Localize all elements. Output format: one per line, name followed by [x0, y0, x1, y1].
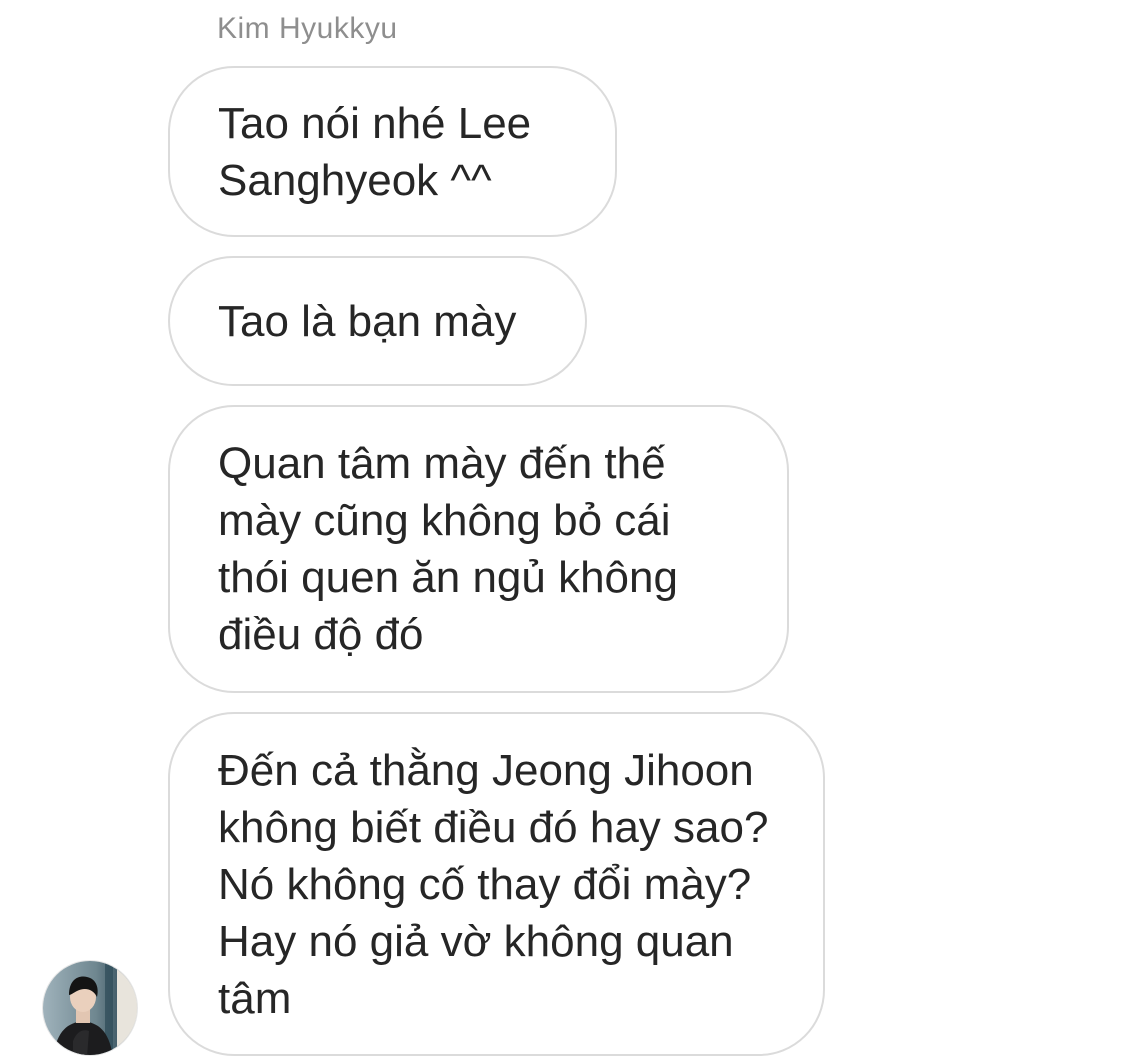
message-text: Đến cả thằng Jeong Jihoon không biết điề…	[218, 745, 769, 1023]
message-bubble[interactable]: Quan tâm mày đến thế mày cũng không bỏ c…	[168, 405, 789, 693]
message-text: Quan tâm mày đến thế mày cũng không bỏ c…	[218, 439, 678, 659]
profile-photo-icon	[43, 961, 137, 1055]
message-bubble[interactable]: Đến cả thằng Jeong Jihoon không biết điề…	[168, 712, 825, 1056]
sender-avatar[interactable]	[42, 960, 138, 1056]
message-bubble[interactable]: Tao là bạn mày	[168, 256, 587, 386]
message-text: Tao nói nhé Lee Sanghyeok ^^	[218, 98, 532, 205]
message-bubble[interactable]: Tao nói nhé Lee Sanghyeok ^^	[168, 66, 617, 237]
sender-name: Kim Hyukkyu	[217, 12, 398, 45]
message-text: Tao là bạn mày	[218, 296, 517, 346]
